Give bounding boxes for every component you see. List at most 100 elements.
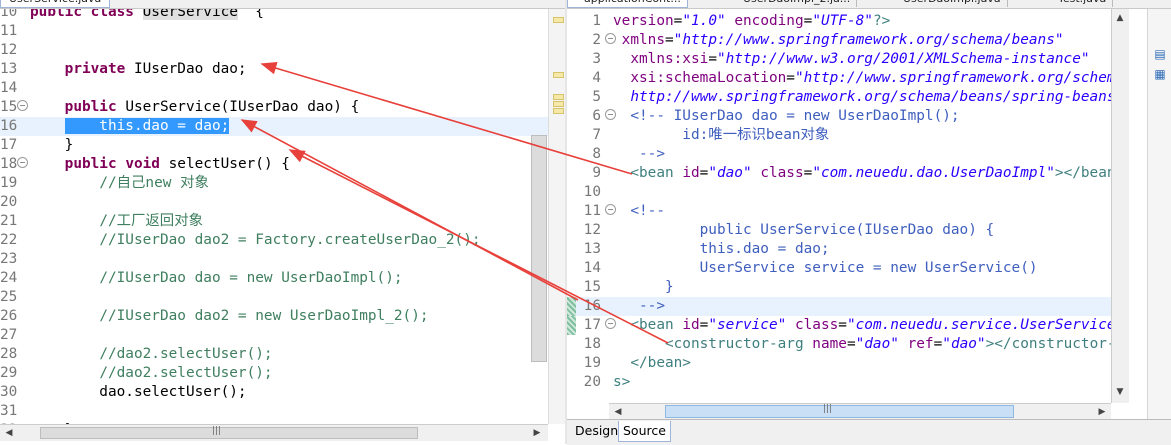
- java-code-editor[interactable]: 10 public class UserService {11 12 13 priva…: [0, 9, 548, 424]
- code-line[interactable]: 17 }: [0, 136, 548, 155]
- code-line[interactable]: 16 -->: [567, 297, 1111, 316]
- left-vertical-scrollbar-thumb[interactable]: [531, 135, 547, 362]
- tab-source[interactable]: Source: [618, 421, 671, 442]
- code-line[interactable]: 24 //IUserDao dao = new UserDaoImpl();: [0, 269, 548, 288]
- tab-design[interactable]: Design: [571, 421, 622, 441]
- code-line[interactable]: 6− <!-- IUserDao dao = new UserDaoImpl()…: [567, 107, 1111, 126]
- left-overview-ruler[interactable]: [548, 9, 566, 424]
- code-line[interactable]: 16 this.dao = dao;: [0, 117, 548, 136]
- code-token: "dao": [708, 165, 752, 181]
- code-token: class: [794, 317, 839, 333]
- code-line[interactable]: 9 <bean id="dao" class="com.neuedu.dao.U…: [567, 164, 1111, 183]
- code-line[interactable]: 20 s>: [567, 373, 1111, 392]
- right-horizontal-scrollbar-thumb[interactable]: |||: [665, 404, 1014, 418]
- scroll-up-icon[interactable]: ▲: [1113, 11, 1127, 25]
- line-number: 31: [0, 403, 18, 419]
- occurrence-marker[interactable]: [553, 72, 564, 78]
- line-number: 16: [583, 298, 601, 314]
- tab-file[interactable]: Test.java: [1042, 0, 1114, 7]
- code-line[interactable]: 20: [0, 193, 548, 212]
- code-token: =: [933, 336, 943, 352]
- occurrence-marker[interactable]: [553, 17, 564, 23]
- tab-file[interactable]: UserDaoImpl.java: [887, 0, 1008, 7]
- code-token: <bean: [630, 165, 683, 181]
- tab-file[interactable]: UserDaoImpl_2.ja...: [727, 0, 858, 7]
- code-line[interactable]: 3 xmlns:xsi="http://www.w3.org/2001/XMLS…: [567, 50, 1111, 69]
- occurrence-marker[interactable]: [553, 94, 564, 100]
- code-line[interactable]: 19 //自己new 对象: [0, 174, 548, 193]
- code-line[interactable]: 22 //IUserDao dao2 = Factory.createUserD…: [0, 231, 548, 250]
- code-line[interactable]: 12 public UserService(IUserDao dao) {: [567, 221, 1111, 240]
- code-line[interactable]: 27: [0, 326, 548, 345]
- code-line[interactable]: 13 private IUserDao dao;: [0, 60, 548, 79]
- code-line[interactable]: 18 <constructor-arg name="dao" ref="dao"…: [567, 335, 1111, 354]
- code-line[interactable]: 12: [0, 41, 548, 60]
- code-text: }: [613, 278, 674, 297]
- scroll-left-icon[interactable]: ◀: [2, 426, 16, 440]
- minus-circle-icon[interactable]: −: [17, 157, 28, 168]
- occurrence-marker[interactable]: [553, 101, 564, 107]
- code-line[interactable]: 31: [0, 402, 548, 421]
- side-toolbar: ▤ ▦: [1147, 9, 1171, 419]
- scroll-right-icon[interactable]: ▶: [1095, 405, 1109, 419]
- code-line[interactable]: 11: [0, 22, 548, 41]
- line-number: 15: [583, 279, 601, 295]
- code-line[interactable]: 28 //dao2.selectUser();: [0, 345, 548, 364]
- line-number: 30: [0, 384, 18, 400]
- code-line[interactable]: 7 id:唯一标识bean对象: [567, 126, 1111, 145]
- line-number: 13: [0, 61, 18, 77]
- code-text: //工厂返回对象: [30, 212, 203, 231]
- code-token: s>: [613, 374, 631, 390]
- line-number: 23: [0, 251, 18, 267]
- code-line[interactable]: 5 http://www.springframework.org/schema/…: [567, 88, 1111, 107]
- code-token: id:唯一标识bean对象: [613, 127, 830, 143]
- code-line[interactable]: 11− <!--: [567, 202, 1111, 221]
- code-line[interactable]: 1 version="1.0" encoding="UTF-8"?>: [567, 12, 1111, 31]
- code-token: "http://www.springframework.org/schema/b…: [794, 70, 1111, 86]
- code-line[interactable]: 26 //IUserDao dao2 = new UserDaoImpl_2()…: [0, 307, 548, 326]
- code-line[interactable]: 10: [567, 183, 1111, 202]
- code-text: dao.selectUser();: [30, 383, 246, 402]
- tab-file[interactable]: applicationCont...: [567, 0, 688, 8]
- line-number: 24: [0, 270, 18, 286]
- outline-view-icon[interactable]: ▤: [1152, 47, 1168, 61]
- code-line[interactable]: 21 //工厂返回对象: [0, 212, 548, 231]
- code-line[interactable]: 2− xmlns="http://www.springframework.org…: [567, 31, 1111, 50]
- code-line[interactable]: 17− <bean id="service" class="com.neuedu…: [567, 316, 1111, 335]
- code-line[interactable]: 30 dao.selectUser();: [0, 383, 548, 402]
- code-line[interactable]: 14 UserService service = new UserService…: [567, 259, 1111, 278]
- code-line[interactable]: 18− public void selectUser() {: [0, 155, 548, 174]
- occurrence-marker[interactable]: [553, 108, 564, 114]
- minus-circle-icon[interactable]: −: [17, 100, 28, 111]
- code-text: xmlns:xsi="http://www.w3.org/2001/XMLSch…: [613, 50, 1089, 69]
- line-number: 12: [0, 42, 18, 58]
- code-line[interactable]: 10 public class UserService {: [0, 9, 548, 22]
- code-line[interactable]: 19 </bean>: [567, 354, 1111, 373]
- code-line[interactable]: 4 xsi:schemaLocation="http://www.springf…: [567, 69, 1111, 88]
- hierarchy-view-icon[interactable]: ▦: [1152, 67, 1168, 81]
- code-line[interactable]: 15− public UserService(IUserDao dao) {: [0, 98, 548, 117]
- code-line[interactable]: 13 this.dao = dao;: [567, 240, 1111, 259]
- code-text: <constructor-arg name="dao" ref="dao"></…: [613, 335, 1111, 354]
- left-horizontal-scrollbar-thumb[interactable]: |||: [40, 426, 418, 439]
- code-line[interactable]: 25: [0, 288, 548, 307]
- code-line[interactable]: 15 }: [567, 278, 1111, 297]
- scroll-down-icon[interactable]: ▼: [1113, 385, 1127, 399]
- code-line[interactable]: 8 -->: [567, 145, 1111, 164]
- code-line[interactable]: 14: [0, 79, 548, 98]
- code-token: =: [838, 317, 847, 333]
- tab-userservice-java[interactable]: UserService.java: [0, 0, 111, 8]
- scroll-left-icon[interactable]: ◀: [611, 405, 625, 419]
- xml-source-editor[interactable]: 1 version="1.0" encoding="UTF-8"?> 2− xmln…: [567, 9, 1111, 403]
- code-line[interactable]: 29 //dao2.selectUser();: [0, 364, 548, 383]
- code-token: //IUserDao dao = new UserDaoImpl();: [99, 270, 403, 286]
- code-line[interactable]: 23: [0, 250, 548, 269]
- right-vertical-scrollbar[interactable]: ▲ ▼: [1111, 9, 1129, 403]
- scroll-right-icon[interactable]: ▶: [530, 426, 544, 440]
